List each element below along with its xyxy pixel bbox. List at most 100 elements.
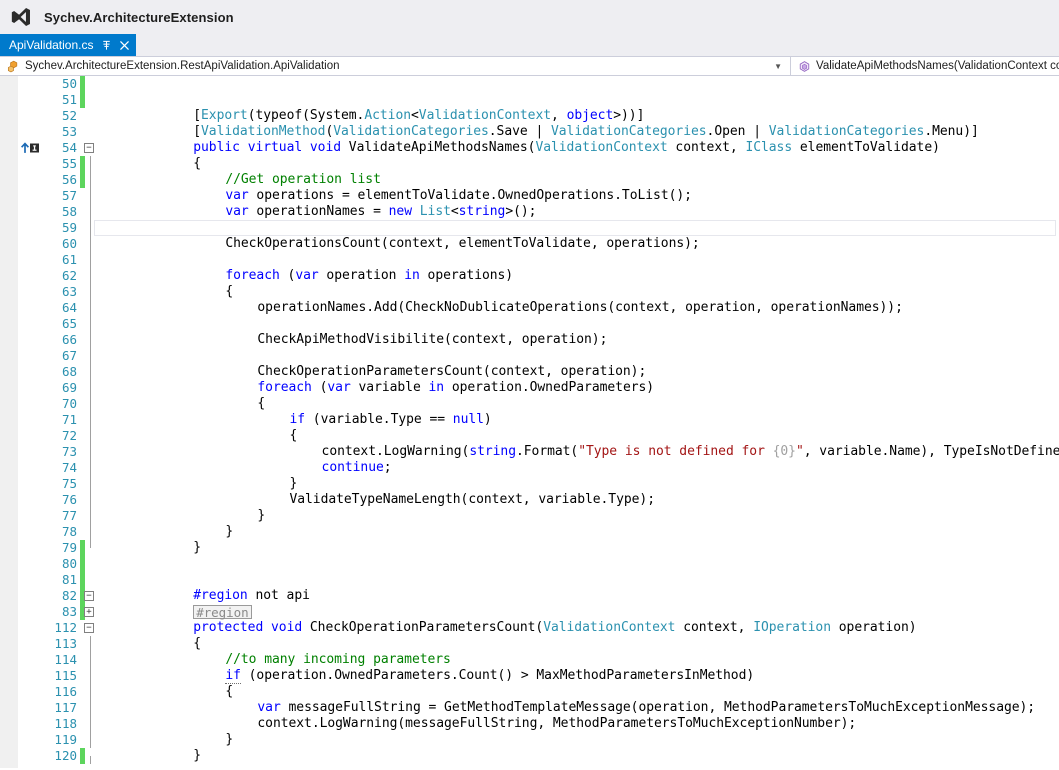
code-line[interactable]: 51 bbox=[0, 92, 1059, 108]
code-token: CheckOperationParametersCount( bbox=[302, 620, 544, 635]
chevron-down-icon[interactable]: ▼ bbox=[774, 57, 782, 75]
code-editor[interactable]: 50 51 52 [Export(typeof(System.Action<Valid… bbox=[0, 76, 1059, 768]
code-line[interactable]: 115 if (operation.OwnedParameters.Count()… bbox=[0, 668, 1059, 684]
collapse-outline-button[interactable]: − bbox=[84, 143, 94, 153]
type-dropdown[interactable]: Sychev.ArchitectureExtension.RestApiVali… bbox=[0, 57, 790, 75]
expand-outline-button[interactable]: + bbox=[84, 607, 94, 617]
code-line[interactable]: 70 { bbox=[0, 396, 1059, 412]
code-line[interactable]: 74 continue; bbox=[0, 460, 1059, 476]
fold-guideline bbox=[90, 636, 91, 652]
fold-guideline bbox=[90, 652, 91, 668]
code-token: .Menu)] bbox=[924, 124, 979, 139]
code-line[interactable]: 55 { bbox=[0, 156, 1059, 172]
code-line[interactable]: 53 [ValidationMethod(ValidationCategories… bbox=[0, 124, 1059, 140]
line-number: 78 bbox=[61, 524, 77, 539]
code-line[interactable]: 83 + #region bbox=[0, 604, 1059, 620]
fold-guideline bbox=[90, 732, 91, 748]
code-token: context.LogWarning( bbox=[321, 444, 470, 459]
code-line[interactable]: 52 [Export(typeof(System.Action<Validatio… bbox=[0, 108, 1059, 124]
code-token: operation) bbox=[830, 620, 917, 635]
code-line[interactable]: 78} bbox=[0, 524, 1059, 540]
reference-marker-icon[interactable] bbox=[18, 140, 45, 156]
code-line[interactable]: 64 operationNames.Add(CheckNoDublicateOpe… bbox=[0, 300, 1059, 316]
code-line[interactable]: 76 ValidateTypeNameLength(context, variab… bbox=[0, 492, 1059, 508]
code-token: IClass bbox=[745, 140, 793, 155]
line-number: 73 bbox=[61, 444, 77, 459]
code-text: if (operation.OwnedParameters.Count() > … bbox=[225, 668, 754, 684]
member-dropdown[interactable]: ValidateApiMethodsNames(ValidationContex… bbox=[790, 57, 1059, 75]
code-line[interactable]: 116 { bbox=[0, 684, 1059, 700]
code-line[interactable]: 71 if (variable.Type == null) bbox=[0, 412, 1059, 428]
code-line[interactable]: 113 { bbox=[0, 636, 1059, 652]
code-line[interactable]: 60 CheckOperationsCount(context, elementT… bbox=[0, 236, 1059, 252]
code-line[interactable]: 112− protected void CheckOperationParamet… bbox=[0, 620, 1059, 636]
code-line[interactable]: 117 var messageFullString = GetMethodTemp… bbox=[0, 700, 1059, 716]
code-line[interactable]: 69 foreach (var variable in operation.Own… bbox=[0, 380, 1059, 396]
code-token: messageFullString = GetMethodTemplateMes… bbox=[280, 700, 1036, 715]
code-token: public bbox=[193, 140, 240, 155]
code-token: (operation.OwnedParameters.Count() > Max… bbox=[240, 668, 755, 683]
collapse-outline-button[interactable]: − bbox=[84, 591, 94, 601]
code-line[interactable]: 54− public virtual void ValidateApiMethod… bbox=[0, 140, 1059, 156]
code-line[interactable]: 82− #region not api bbox=[0, 588, 1059, 604]
code-token: < bbox=[411, 108, 419, 123]
code-text: public virtual void ValidateApiMethodsNa… bbox=[193, 140, 940, 156]
line-number: 113 bbox=[54, 636, 77, 651]
collapsed-region-block[interactable]: #region bbox=[193, 605, 252, 619]
code-line[interactable]: 67 bbox=[0, 348, 1059, 364]
code-line[interactable]: 72 { bbox=[0, 428, 1059, 444]
line-number: 68 bbox=[61, 364, 77, 379]
code-line[interactable]: 77} bbox=[0, 508, 1059, 524]
collapse-outline-button[interactable]: − bbox=[84, 623, 94, 633]
code-token: protected bbox=[193, 620, 264, 635]
fold-guideline bbox=[90, 460, 91, 476]
code-text: } bbox=[193, 540, 201, 556]
code-line[interactable]: 118 context.LogWarning(messageFullString,… bbox=[0, 716, 1059, 732]
code-text: [ValidationMethod(ValidationCategories.S… bbox=[193, 124, 979, 140]
code-line[interactable]: 81 bbox=[0, 572, 1059, 588]
change-indicator-bar bbox=[80, 76, 85, 92]
code-token: (variable.Type == bbox=[305, 412, 453, 427]
fold-guideline bbox=[90, 716, 91, 732]
code-line[interactable]: 65 bbox=[0, 316, 1059, 332]
code-line[interactable]: 63 { bbox=[0, 284, 1059, 300]
code-line[interactable]: 56 //Get operation list bbox=[0, 172, 1059, 188]
code-line[interactable]: 73 context.LogWarning(string.Format("Type… bbox=[0, 444, 1059, 460]
line-number: 51 bbox=[61, 92, 77, 107]
code-text: operationNames.Add(CheckNoDublicateOpera… bbox=[257, 300, 903, 316]
close-icon[interactable] bbox=[119, 40, 130, 51]
line-number: 76 bbox=[61, 492, 77, 507]
code-line[interactable]: 57 var operations = elementToValidate.Own… bbox=[0, 188, 1059, 204]
code-token: operationNames = bbox=[248, 204, 389, 219]
code-text: foreach (var operation in operations) bbox=[225, 268, 513, 284]
code-text: } bbox=[257, 508, 265, 524]
code-line[interactable]: 59 bbox=[0, 220, 1059, 236]
code-line[interactable]: 119} bbox=[0, 732, 1059, 748]
code-text: } bbox=[225, 732, 233, 748]
code-line[interactable]: 120} bbox=[0, 748, 1059, 764]
code-line[interactable]: 80 bbox=[0, 556, 1059, 572]
class-icon bbox=[6, 59, 20, 73]
code-line[interactable]: 114 //to many incoming parameters bbox=[0, 652, 1059, 668]
code-token: "Type is not defined for bbox=[578, 444, 773, 459]
code-line[interactable]: 79} bbox=[0, 540, 1059, 556]
code-token: ValidationContext bbox=[535, 140, 668, 155]
code-line[interactable]: 75} bbox=[0, 476, 1059, 492]
code-token: List bbox=[419, 204, 451, 219]
code-line[interactable]: 50 bbox=[0, 76, 1059, 92]
code-line[interactable]: 58 var operationNames = new List<string>(… bbox=[0, 204, 1059, 220]
line-number: 120 bbox=[54, 748, 77, 763]
code-line[interactable]: 66 CheckApiMethodVisibilite(context, oper… bbox=[0, 332, 1059, 348]
tab-apivalidation-cs[interactable]: ApiValidation.cs bbox=[0, 34, 136, 56]
code-line[interactable]: 61 bbox=[0, 252, 1059, 268]
line-number: 118 bbox=[54, 716, 77, 731]
pin-icon[interactable] bbox=[101, 40, 112, 51]
code-line[interactable]: 68 CheckOperationParametersCount(context,… bbox=[0, 364, 1059, 380]
code-line[interactable]: 62 foreach (var operation in operations) bbox=[0, 268, 1059, 284]
code-token: operations) bbox=[419, 268, 514, 283]
code-token: { bbox=[289, 428, 298, 443]
code-token: var bbox=[225, 188, 249, 203]
code-token: virtual bbox=[247, 140, 303, 155]
line-number: 115 bbox=[54, 668, 77, 683]
